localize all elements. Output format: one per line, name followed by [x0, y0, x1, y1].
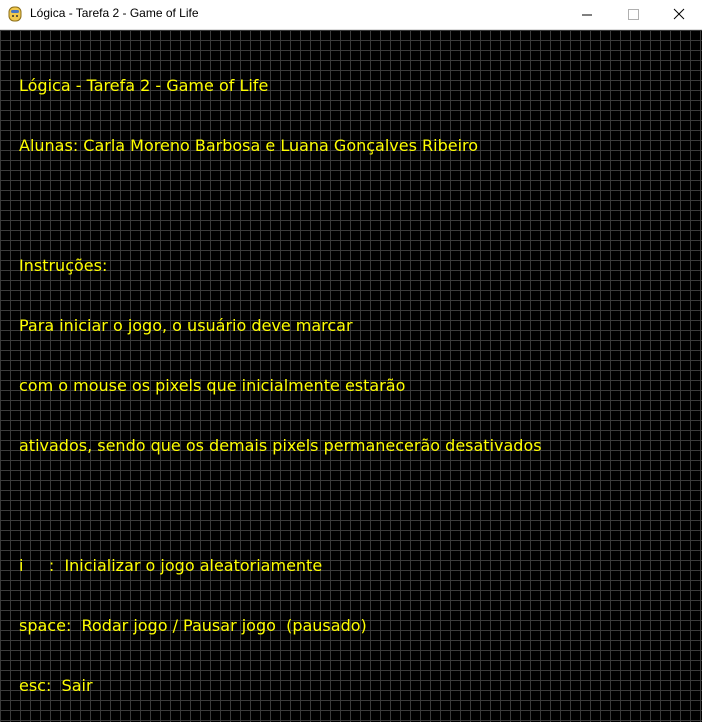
close-button[interactable]: [656, 0, 702, 29]
key-help-space: space: Rodar jogo / Pausar jogo (pausado…: [19, 616, 367, 635]
game-window: Lógica - Tarefa 2 - Game of Life Lógica …: [0, 0, 702, 722]
instructions-heading: Instruções:: [19, 256, 108, 275]
instruction-line: com o mouse os pixels que inicialmente e…: [19, 376, 406, 395]
maximize-icon: [628, 9, 639, 20]
overlay-title: Lógica - Tarefa 2 - Game of Life: [19, 76, 269, 95]
instruction-line: Para iniciar o jogo, o usuário deve marc…: [19, 316, 353, 335]
maximize-button[interactable]: [610, 0, 656, 29]
title-bar[interactable]: Lógica - Tarefa 2 - Game of Life: [0, 0, 702, 30]
instructions-overlay: Lógica - Tarefa 2 - Game of Life Alunas:…: [19, 36, 542, 722]
instruction-line: ativados, sendo que os demais pixels per…: [19, 436, 542, 455]
key-help-init: i : Inicializar o jogo aleatoriamente: [19, 556, 323, 575]
close-icon: [673, 8, 685, 20]
minimize-icon: [582, 14, 592, 16]
overlay-authors: Alunas: Carla Moreno Barbosa e Luana Gon…: [19, 136, 479, 155]
minimize-button[interactable]: [564, 0, 610, 29]
window-title: Lógica - Tarefa 2 - Game of Life: [30, 6, 199, 20]
python-snake-icon: [6, 5, 24, 23]
game-grid-canvas[interactable]: Lógica - Tarefa 2 - Game of Life Alunas:…: [0, 30, 702, 722]
key-help-esc: esc: Sair: [19, 676, 93, 695]
